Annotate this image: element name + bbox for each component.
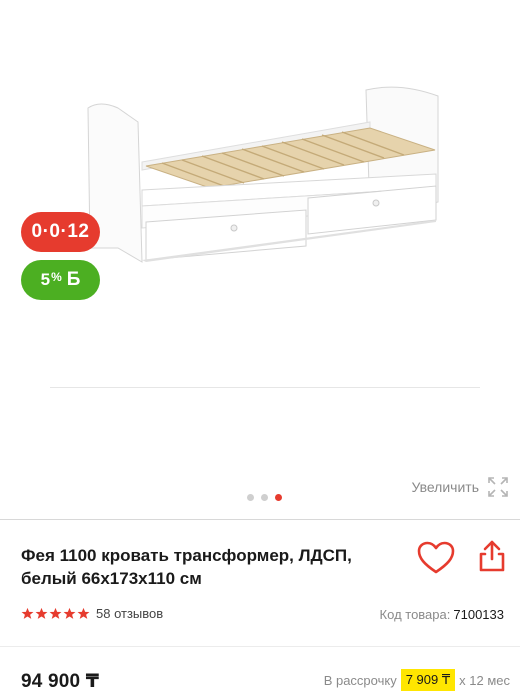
bonus-badge: 5% Б bbox=[21, 260, 100, 300]
price-divider bbox=[0, 646, 520, 647]
star-icon bbox=[21, 607, 34, 619]
installment-offer[interactable]: В рассрочку 7 909 ₸ х 12 мес bbox=[324, 669, 510, 691]
product-code-label: Код товара: bbox=[379, 607, 451, 622]
star-icon bbox=[63, 607, 76, 619]
bonus-letter: Б bbox=[66, 269, 81, 290]
product-code: Код товара: 7100133 bbox=[380, 607, 504, 622]
product-image[interactable] bbox=[70, 70, 450, 280]
zoom-button[interactable]: Увеличить bbox=[411, 476, 509, 498]
installment-prefix: В рассрочку bbox=[323, 672, 397, 688]
installment-badge: 0·0·12 bbox=[21, 212, 100, 252]
product-title: Фея 1100 кровать трансформер, ЛДСП, белы… bbox=[21, 546, 352, 588]
bonus-pct-sign: % bbox=[51, 270, 62, 284]
gallery-dot[interactable] bbox=[261, 494, 268, 501]
bonus-percent: 5 bbox=[40, 270, 51, 289]
gallery-dot-active[interactable] bbox=[275, 494, 282, 501]
section-divider bbox=[0, 519, 520, 520]
product-code-value: 7100133 bbox=[453, 607, 504, 622]
heart-icon[interactable] bbox=[416, 540, 456, 576]
gallery-dot[interactable] bbox=[247, 494, 254, 501]
installment-amount: 7 909 ₸ bbox=[400, 669, 456, 691]
star-icon bbox=[49, 607, 62, 619]
rating-row: 58 отзывов bbox=[21, 606, 163, 621]
zoom-label: Увеличить bbox=[411, 479, 479, 495]
installment-suffix: х 12 мес bbox=[459, 672, 510, 688]
gallery-baseline bbox=[50, 387, 480, 388]
share-icon[interactable] bbox=[474, 538, 510, 574]
star-icon bbox=[35, 607, 48, 619]
rating-stars bbox=[21, 607, 90, 620]
installment-badge-label: 0·0·12 bbox=[31, 221, 90, 242]
star-icon bbox=[77, 607, 90, 619]
product-gallery[interactable]: 0·0·12 5% Б Увеличить bbox=[0, 0, 520, 512]
gallery-pagination bbox=[247, 494, 282, 501]
product-price: 94 900 ₸ bbox=[21, 671, 100, 692]
expand-icon bbox=[488, 477, 508, 497]
reviews-link[interactable]: 58 отзывов bbox=[96, 606, 163, 621]
